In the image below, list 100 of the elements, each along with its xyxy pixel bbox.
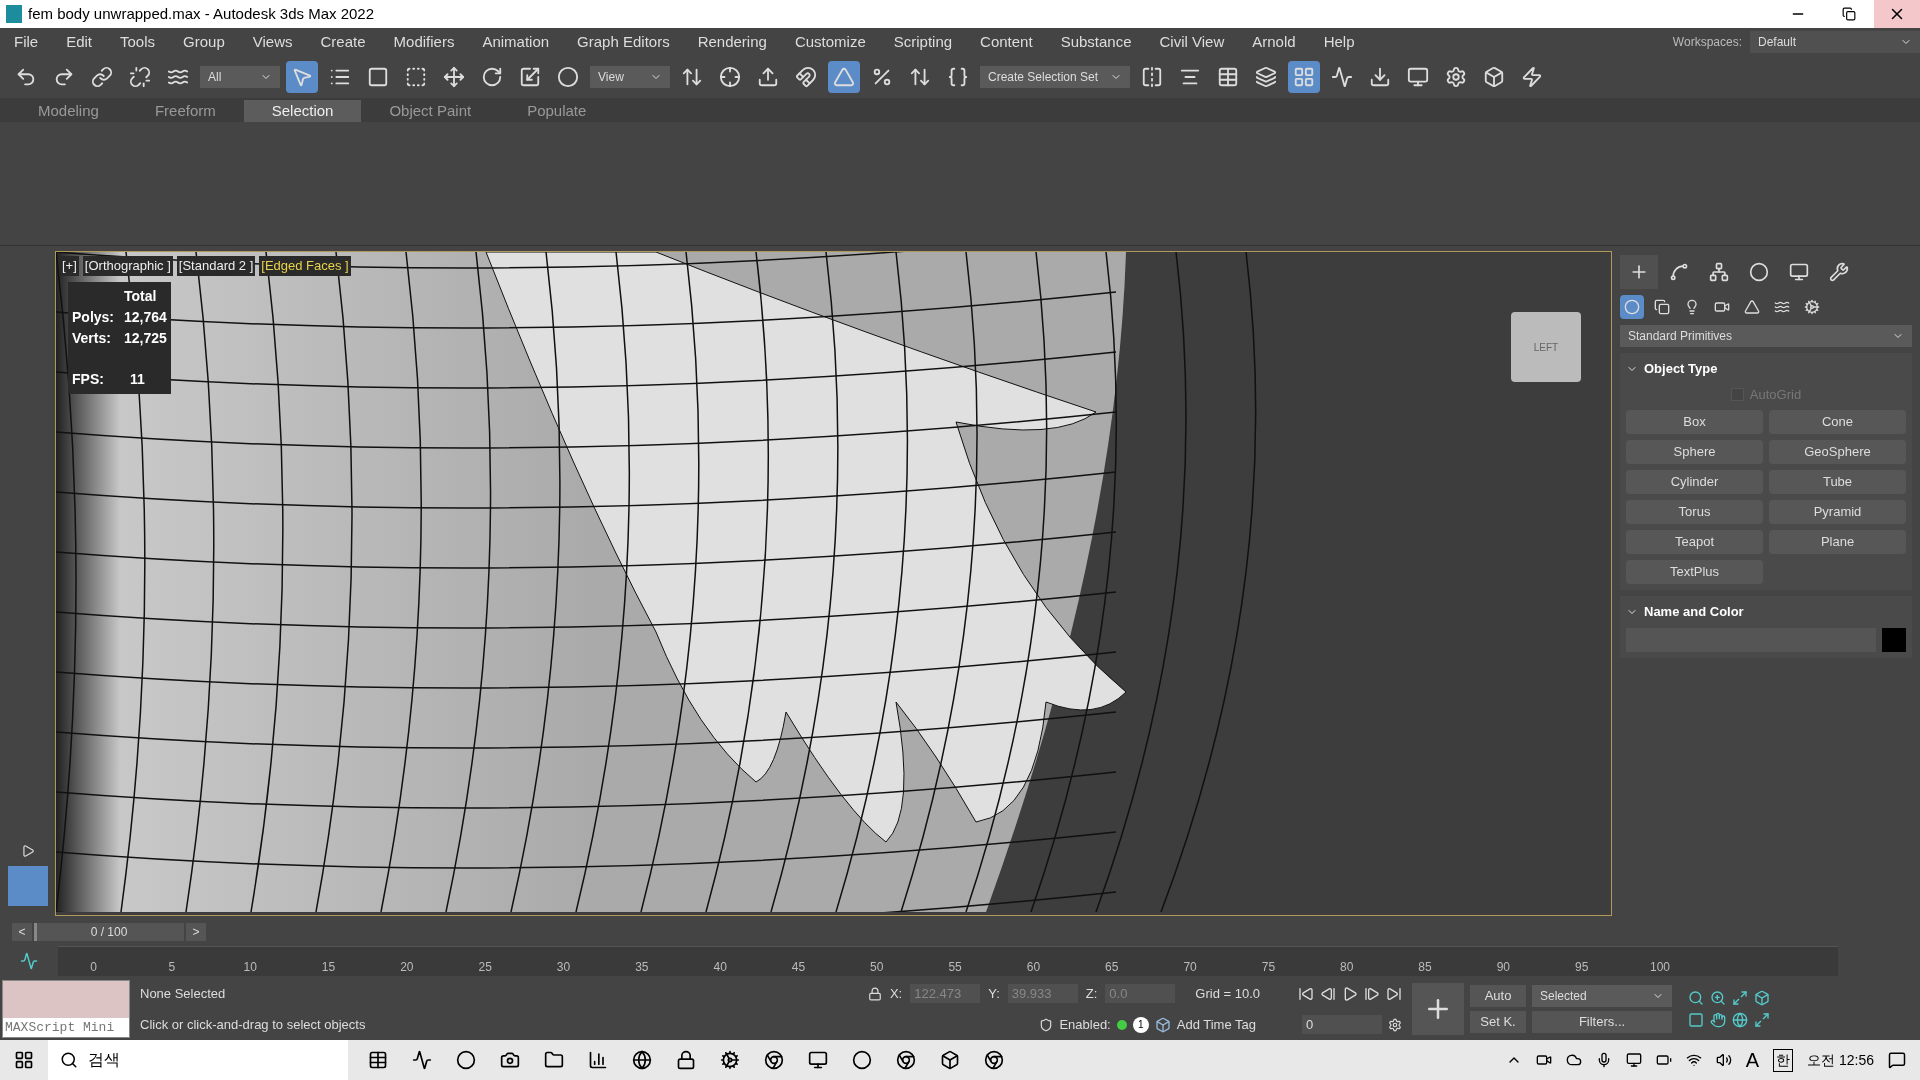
- viewport-label[interactable]: [+]: [60, 256, 79, 276]
- ribbon-tab[interactable]: Populate: [499, 100, 615, 122]
- coord-dropdown[interactable]: View: [590, 66, 670, 88]
- viewport[interactable]: [+] [Orthographic ] [Standard 2 ] [Edged Faces ] Total Polys: 12,764 Verts: 12,725 FPS: 11 LEFT: [55, 251, 1612, 916]
- cloud-icon[interactable]: [1565, 1052, 1582, 1068]
- volume-icon[interactable]: [1715, 1052, 1732, 1068]
- primitive-button[interactable]: GeoSphere: [1769, 440, 1906, 464]
- rollout-title[interactable]: Name and Color: [1644, 602, 1744, 622]
- frame-field[interactable]: 0: [1302, 1014, 1382, 1035]
- menu-item[interactable]: Animation: [468, 30, 564, 54]
- zoom-icon[interactable]: [1688, 990, 1704, 1006]
- next-frame-button[interactable]: >: [186, 923, 206, 941]
- previous-frame-icon[interactable]: [1320, 985, 1336, 1002]
- taskbar-app-icon[interactable]: [940, 1050, 960, 1070]
- taskbar-app-icon[interactable]: [720, 1050, 740, 1070]
- font-indicator[interactable]: A: [1745, 1045, 1760, 1075]
- key-filter-dropdown[interactable]: Selected: [1532, 985, 1672, 1007]
- taskbar-app-icon[interactable]: [632, 1050, 652, 1070]
- cube-icon[interactable]: [1154, 1016, 1171, 1033]
- zoom-extents-icon[interactable]: [1732, 990, 1748, 1006]
- primitive-button[interactable]: Teapot: [1626, 530, 1763, 554]
- menu-item[interactable]: Arnold: [1238, 30, 1310, 54]
- play-icon[interactable]: [1342, 985, 1358, 1002]
- menu-item[interactable]: Rendering: [683, 30, 781, 54]
- taskbar-app-icon[interactable]: [852, 1050, 872, 1070]
- menu-item[interactable]: Create: [306, 30, 380, 54]
- menu-item[interactable]: Scripting: [879, 30, 967, 54]
- menu-item[interactable]: Modifiers: [379, 30, 469, 54]
- ime-indicator[interactable]: 한: [1773, 1048, 1794, 1072]
- menu-item[interactable]: Views: [238, 30, 307, 54]
- rollout-title[interactable]: Object Type: [1644, 359, 1718, 379]
- menu-item[interactable]: Edit: [52, 30, 107, 54]
- category-button[interactable]: [1620, 295, 1644, 319]
- primitives-dropdown[interactable]: Standard Primitives: [1620, 325, 1912, 347]
- battery-icon[interactable]: [1655, 1052, 1672, 1068]
- auto-key-button[interactable]: Auto: [1470, 985, 1526, 1007]
- set-key-mode-button[interactable]: Set K.: [1470, 1011, 1526, 1033]
- taskbar-app-icon[interactable]: [764, 1050, 784, 1070]
- menu-item[interactable]: Graph Editors: [563, 30, 684, 54]
- taskbar-search[interactable]: 검색: [48, 1040, 348, 1080]
- selection-set-dropdown[interactable]: Create Selection Set: [980, 66, 1130, 88]
- viewport-label[interactable]: [Standard 2 ]: [176, 256, 256, 276]
- command-panel-tab[interactable]: [1620, 255, 1658, 289]
- notification-icon[interactable]: [1888, 1051, 1906, 1069]
- menu-item[interactable]: Substance: [1046, 30, 1146, 54]
- primitive-button[interactable]: TextPlus: [1626, 560, 1763, 584]
- menu-item[interactable]: Content: [966, 30, 1047, 54]
- viewport-label[interactable]: [Orthographic ]: [82, 256, 173, 276]
- primitive-button[interactable]: Plane: [1769, 530, 1906, 554]
- filter-dropdown[interactable]: All: [200, 66, 280, 88]
- ribbon-tab[interactable]: Object Paint: [361, 100, 500, 122]
- curve-editor-icon[interactable]: [20, 952, 38, 970]
- ribbon-tab[interactable]: Freeform: [126, 100, 244, 122]
- go-to-start-icon[interactable]: [1298, 985, 1314, 1002]
- primitive-button[interactable]: Sphere: [1626, 440, 1763, 464]
- timeline-ruler[interactable]: 0 5 10 15 20 25 30 35 40 45 50 55 60 65 70 75 80 85 90 95 100: [58, 946, 1838, 976]
- next-frame-icon[interactable]: [1364, 985, 1380, 1002]
- menu-item[interactable]: Tools: [106, 30, 170, 54]
- taskbar-app-icon[interactable]: [676, 1050, 696, 1070]
- clock[interactable]: 오전 12:56: [1807, 1049, 1874, 1071]
- menu-item[interactable]: File: [0, 30, 53, 54]
- ribbon-tab[interactable]: Modeling: [10, 100, 127, 122]
- taskbar-app-icon[interactable]: [896, 1050, 916, 1070]
- maximize-icon[interactable]: [1754, 1012, 1770, 1028]
- taskbar-app-icon[interactable]: [808, 1050, 828, 1070]
- primitive-button[interactable]: Tube: [1769, 470, 1906, 494]
- primitive-button[interactable]: Torus: [1626, 500, 1763, 524]
- menu-item[interactable]: Customize: [780, 30, 880, 54]
- menu-item[interactable]: Civil View: [1145, 30, 1239, 54]
- taskbar-app-icon[interactable]: [984, 1050, 1004, 1070]
- set-key-button[interactable]: [1412, 983, 1464, 1035]
- ribbon-tab[interactable]: Selection: [243, 100, 362, 122]
- time-slider-thumb[interactable]: [34, 923, 37, 941]
- shield-icon[interactable]: [1039, 1017, 1054, 1032]
- menu-item[interactable]: Help: [1309, 30, 1369, 54]
- workspaces-dropdown[interactable]: Default: [1750, 31, 1920, 53]
- cube-icon[interactable]: [1754, 990, 1770, 1006]
- camera-icon[interactable]: [1535, 1052, 1552, 1068]
- primitive-button[interactable]: Box: [1626, 410, 1763, 434]
- lock-icon[interactable]: [867, 986, 882, 1001]
- wifi-icon[interactable]: [1685, 1052, 1702, 1068]
- hand-icon[interactable]: [1710, 1012, 1726, 1028]
- filters-button[interactable]: Filters...: [1532, 1011, 1672, 1033]
- primitive-button[interactable]: Cone: [1769, 410, 1906, 434]
- go-to-end-icon[interactable]: [1386, 985, 1402, 1002]
- taskbar-app-icon[interactable]: [500, 1050, 520, 1070]
- viewcube[interactable]: LEFT: [1511, 312, 1581, 382]
- enabled-indicator[interactable]: [1116, 1019, 1127, 1030]
- prev-frame-button[interactable]: <: [12, 923, 32, 941]
- taskbar-app-icon[interactable]: [544, 1050, 564, 1070]
- taskbar-app-icon[interactable]: [456, 1050, 476, 1070]
- close-button[interactable]: [1874, 0, 1920, 28]
- taskbar-app-icon[interactable]: [588, 1050, 608, 1070]
- taskbar-app-icon[interactable]: [368, 1050, 388, 1070]
- time-config-icon[interactable]: [1388, 1017, 1402, 1032]
- primitive-button[interactable]: Pyramid: [1769, 500, 1906, 524]
- monitor-icon[interactable]: [1625, 1052, 1642, 1068]
- taskbar-app-icon[interactable]: [412, 1050, 432, 1070]
- start-icon[interactable]: [14, 1050, 34, 1070]
- time-slider[interactable]: 0 / 100: [34, 923, 184, 941]
